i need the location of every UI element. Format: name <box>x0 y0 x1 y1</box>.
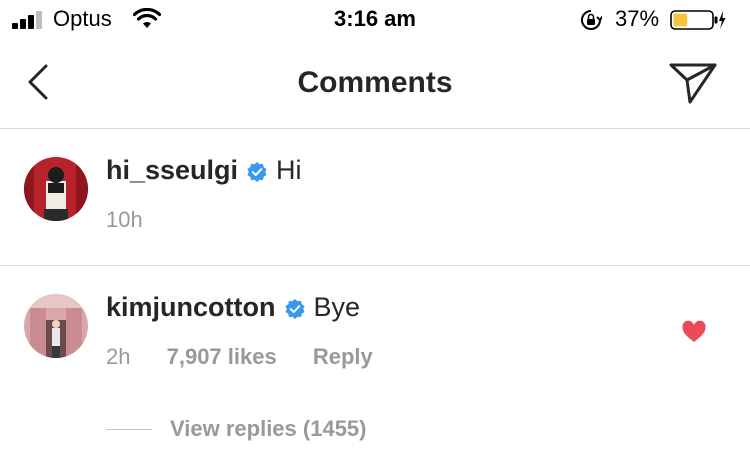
comment-meta: 2h 7,907 likes Reply <box>106 344 403 370</box>
battery-percent: 37% <box>615 6 660 31</box>
comment-username[interactable]: hi_sseulgi <box>106 155 238 186</box>
paper-plane-icon[interactable] <box>668 60 718 106</box>
orientation-lock-icon <box>581 10 602 30</box>
comment-line: hi_sseulgi Hi <box>106 155 302 186</box>
verified-badge-icon <box>284 298 305 319</box>
avatar[interactable] <box>24 157 88 221</box>
likes-count[interactable]: 7,907 likes <box>167 344 277 369</box>
comment-line: kimjuncotton Bye <box>106 292 360 323</box>
comment-username[interactable]: kimjuncotton <box>106 292 276 323</box>
battery-icon <box>670 10 726 30</box>
comments-screen: Optus 3:16 am 37% Comments hi_sseulgi Hi… <box>0 0 750 461</box>
status-bar: Optus 3:16 am 37% <box>0 0 750 40</box>
comment-text: Bye <box>313 292 361 322</box>
comment-text: Hi <box>276 155 302 185</box>
replies-divider <box>106 428 152 430</box>
nav-bar: Comments <box>0 40 750 129</box>
heart-icon[interactable] <box>681 320 707 344</box>
comment-time: 10h <box>106 207 143 232</box>
comment-time: 2h <box>106 344 131 369</box>
view-replies-button[interactable]: View replies (1455) <box>106 416 367 442</box>
comment-meta: 10h <box>106 207 173 233</box>
comment-item: kimjuncotton Bye 2h 7,907 likes Reply Vi… <box>0 266 750 461</box>
avatar[interactable] <box>24 294 88 358</box>
page-title: Comments <box>297 66 453 99</box>
comment-item: hi_sseulgi Hi 10h <box>0 129 750 266</box>
verified-badge-icon <box>247 161 267 182</box>
view-replies-label: View replies (1455) <box>170 416 367 441</box>
reply-button[interactable]: Reply <box>313 344 373 369</box>
